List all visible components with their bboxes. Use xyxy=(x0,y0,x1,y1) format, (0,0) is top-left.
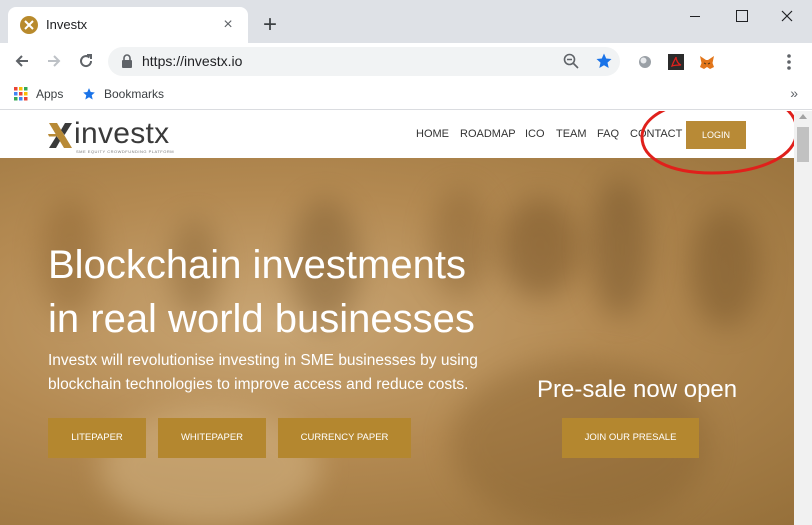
whitepaper-button[interactable]: WHITEPAPER xyxy=(158,418,266,458)
bookmark-apps[interactable]: Apps xyxy=(14,86,63,101)
url-text[interactable]: https://investx.io xyxy=(142,53,242,69)
investx-logo-icon xyxy=(48,123,72,148)
hero-subtitle-line-1: Investx will revolutionise investing in … xyxy=(48,352,478,369)
bookmark-bookmarks-label: Bookmarks xyxy=(104,86,165,101)
tab-close-icon[interactable]: × xyxy=(218,15,238,35)
hero-subtitle-line-2: blockchain technologies to improve acces… xyxy=(48,376,469,393)
forward-button[interactable] xyxy=(40,47,68,75)
nav-faq[interactable]: FAQ xyxy=(597,128,619,140)
join-presale-button[interactable]: JOIN OUR PRESALE xyxy=(562,418,699,458)
browser-menu-icon[interactable] xyxy=(780,52,798,72)
presale-heading: Pre-sale now open xyxy=(537,376,738,403)
browser-tabstrip: Investx × + xyxy=(0,0,812,43)
nav-ico[interactable]: ICO xyxy=(525,128,545,140)
reload-icon xyxy=(80,54,93,68)
browser-toolbar: https://investx.io xyxy=(0,43,812,80)
page-scrollbar[interactable] xyxy=(794,111,812,525)
lock-icon xyxy=(122,54,132,68)
close-icon xyxy=(781,10,793,22)
hero-title-line-1: Blockchain investments xyxy=(48,243,466,287)
investx-logo[interactable]: investx SME EQUITY CROWDFUNDING PLATFORM xyxy=(48,117,188,154)
browser-tab[interactable]: Investx × xyxy=(8,7,248,43)
bg-person-silhouette xyxy=(590,178,650,318)
bookmarks-overflow-button[interactable]: » xyxy=(790,85,798,101)
investx-favicon-icon xyxy=(20,16,38,34)
bookmark-apps-label: Apps xyxy=(36,86,64,101)
pdf-extension-icon[interactable] xyxy=(667,53,685,71)
window-minimize-button[interactable] xyxy=(672,4,718,28)
scrollbar-thumb[interactable] xyxy=(797,127,809,162)
currency-paper-button[interactable]: CURRENCY PAPER xyxy=(278,418,411,458)
nav-home[interactable]: HOME xyxy=(416,128,449,140)
hero-subtitle: Investx will revolutionise investing in … xyxy=(48,349,498,397)
window-close-button[interactable] xyxy=(764,4,810,28)
extension-circle-icon[interactable] xyxy=(636,53,654,71)
reload-button[interactable] xyxy=(72,47,100,75)
web-page: investx SME EQUITY CROWDFUNDING PLATFORM… xyxy=(0,111,812,525)
hero-section: Blockchain investments in real world bus… xyxy=(0,158,794,525)
scroll-up-arrow-icon[interactable] xyxy=(799,114,807,119)
tab-title: Investx xyxy=(46,17,88,32)
bookmark-star-icon[interactable] xyxy=(595,52,613,70)
star-icon xyxy=(83,87,95,100)
logo-tagline: SME EQUITY CROWDFUNDING PLATFORM xyxy=(76,149,175,154)
bg-person-silhouette xyxy=(690,208,760,328)
nav-roadmap[interactable]: ROADMAP xyxy=(460,128,516,140)
address-bar[interactable]: https://investx.io xyxy=(108,47,620,76)
litepaper-button[interactable]: LITEPAPER xyxy=(48,418,146,458)
back-button[interactable] xyxy=(8,47,36,75)
nav-team[interactable]: TEAM xyxy=(556,128,587,140)
hero-title: Blockchain investments in real world bus… xyxy=(48,238,568,346)
back-arrow-icon xyxy=(15,55,28,67)
hero-title-line-2: in real world businesses xyxy=(48,297,475,341)
bookmark-bookmarks[interactable]: Bookmarks xyxy=(82,86,164,101)
red-annotation-circle xyxy=(640,111,799,175)
window-maximize-button[interactable] xyxy=(718,4,764,28)
forward-arrow-icon xyxy=(48,55,61,67)
zoom-out-icon[interactable] xyxy=(563,53,579,69)
metamask-fox-icon[interactable] xyxy=(698,53,716,71)
new-tab-button[interactable]: + xyxy=(256,11,284,39)
logo-wordmark: investx xyxy=(74,117,170,150)
bookmarks-bar: Apps Bookmarks » xyxy=(0,80,812,110)
apps-grid-icon xyxy=(14,86,28,101)
